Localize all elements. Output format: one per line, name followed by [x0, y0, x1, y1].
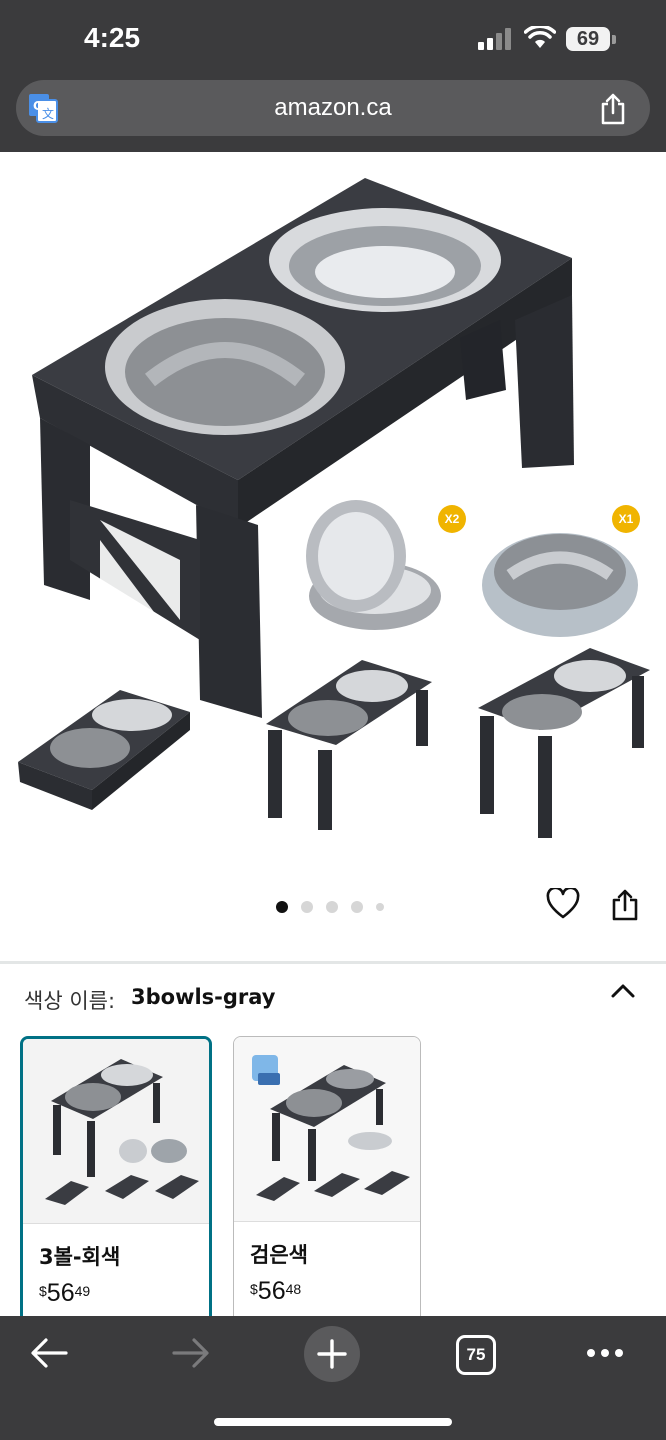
browser-toolbar: G 文 amazon.ca	[0, 80, 666, 152]
price-whole: 56	[46, 1279, 75, 1307]
variation-name: 3볼-회색	[39, 1245, 121, 1269]
battery-indicator: 69	[566, 27, 610, 51]
variation-label: 색상 이름:	[24, 989, 116, 1013]
chevron-up-icon[interactable]	[610, 980, 636, 1002]
price-fraction: 49	[74, 1283, 91, 1299]
product-image-gallery[interactable]: X2 X1	[0, 152, 666, 962]
home-indicator[interactable]	[214, 1418, 452, 1426]
carousel-dot-2[interactable]	[301, 900, 313, 913]
variation-option-3bowls-gray[interactable]: 3볼-회색 $5649	[20, 1036, 212, 1342]
slow-feeder-bowl	[482, 533, 638, 637]
carousel-dot-3[interactable]	[326, 900, 338, 913]
forward-arrow-icon[interactable]	[172, 1336, 210, 1370]
product-image[interactable]	[0, 152, 666, 872]
heart-icon[interactable]	[546, 888, 580, 920]
stand-mid	[266, 660, 432, 830]
variation-option-black[interactable]: 검은색 $5648	[233, 1036, 421, 1338]
share-product-icon[interactable]	[610, 888, 640, 922]
main-feeder-stand	[32, 178, 574, 718]
battery-cap	[612, 35, 616, 44]
browser-bottom-toolbar: 75	[0, 1316, 666, 1440]
address-bar[interactable]: G 文 amazon.ca	[16, 80, 650, 136]
status-bar: 4:25 69	[0, 0, 666, 80]
price-currency: $	[250, 1281, 258, 1297]
variation-price: $5649	[39, 1279, 90, 1308]
variation-thumbnail	[23, 1039, 209, 1223]
variation-thumbnail	[234, 1037, 420, 1221]
carousel-dots[interactable]	[276, 898, 397, 916]
section-divider	[0, 961, 666, 964]
card-divider	[23, 1223, 209, 1224]
badge-x2-label: X2	[445, 512, 460, 526]
stand-low	[18, 690, 190, 810]
variation-thumbnail-image	[252, 1055, 410, 1201]
more-options-icon[interactable]	[586, 1340, 626, 1366]
url-text[interactable]: amazon.ca	[16, 94, 650, 122]
variation-thumbnail-image	[45, 1059, 199, 1205]
wifi-icon	[524, 26, 556, 48]
carousel-dot-4[interactable]	[351, 900, 363, 913]
tabs-button[interactable]: 75	[456, 1335, 496, 1375]
stand-high	[478, 648, 650, 838]
variation-selected-value: 3bowls-gray	[131, 985, 276, 1009]
card-divider	[234, 1221, 420, 1222]
new-tab-button[interactable]	[304, 1326, 360, 1382]
back-arrow-icon[interactable]	[30, 1336, 68, 1370]
carousel-dot-5[interactable]	[376, 902, 384, 911]
svg-text:X1: X1	[619, 512, 634, 526]
price-currency: $	[39, 1283, 47, 1299]
stainless-bowls-pair	[306, 500, 441, 630]
share-icon[interactable]	[598, 93, 628, 125]
variation-price: $5648	[250, 1277, 301, 1306]
price-whole: 56	[257, 1277, 286, 1305]
svg-text:X2: X2	[445, 512, 460, 526]
carousel-dot-1[interactable]	[276, 900, 288, 913]
clock: 4:25	[84, 22, 141, 53]
badge-x1-label: X1	[619, 512, 634, 526]
cellular-signal-icon	[478, 28, 511, 50]
variation-name: 검은색	[250, 1243, 308, 1267]
price-fraction: 48	[285, 1281, 302, 1297]
plus-icon	[317, 1339, 347, 1369]
